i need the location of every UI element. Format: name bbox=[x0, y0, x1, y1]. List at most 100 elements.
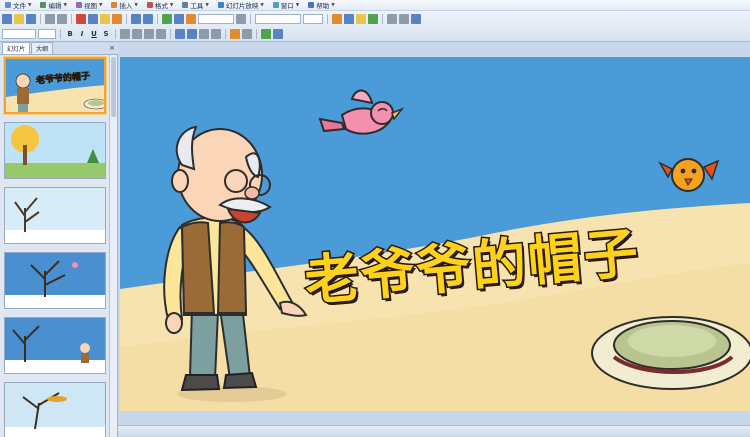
align-right-icon[interactable] bbox=[144, 29, 154, 39]
numbering-icon[interactable] bbox=[175, 29, 185, 39]
new-slide-icon[interactable] bbox=[332, 14, 342, 24]
status-bar bbox=[118, 425, 750, 437]
slide-thumbnail-1[interactable]: 老爷爷的帽子 bbox=[4, 57, 106, 114]
toolbar-separator bbox=[126, 14, 127, 24]
menu-slideshow[interactable]: 幻灯片放映 ▼ bbox=[215, 0, 270, 11]
menu-help[interactable]: 帮助 ▼ bbox=[305, 0, 340, 11]
design-task-icon[interactable] bbox=[261, 29, 271, 39]
menu-tools[interactable]: 工具 ▼ bbox=[179, 0, 214, 11]
thumbnail-image bbox=[6, 59, 104, 112]
redo-icon[interactable] bbox=[143, 14, 153, 24]
insert-picture-icon[interactable] bbox=[186, 14, 196, 24]
chevron-down-icon: ▼ bbox=[295, 2, 300, 8]
zoom-in-icon[interactable] bbox=[387, 14, 397, 24]
background-icon[interactable] bbox=[368, 14, 378, 24]
menu-file[interactable]: 文件 ▼ bbox=[2, 0, 37, 11]
layout-icon[interactable] bbox=[356, 14, 366, 24]
chevron-down-icon: ▼ bbox=[205, 2, 209, 8]
menu-window[interactable]: 窗口 ▼ bbox=[270, 0, 305, 11]
slide-thumbnail-6[interactable] bbox=[4, 382, 106, 437]
shadow-button[interactable]: S bbox=[101, 29, 111, 39]
font-family-select[interactable] bbox=[2, 29, 36, 39]
slide-canvas[interactable]: 老爷爷的帽子 bbox=[120, 57, 750, 411]
toolbar-separator bbox=[170, 29, 171, 39]
font-name-box[interactable] bbox=[255, 14, 301, 24]
thumbnail-list: 老爷爷的帽子 bbox=[0, 55, 110, 437]
zoom-box[interactable] bbox=[198, 14, 234, 24]
straw-hat-illustration bbox=[591, 316, 750, 390]
toolbar-separator bbox=[327, 14, 328, 24]
toolbar-separator bbox=[71, 14, 72, 24]
edit-icon bbox=[40, 2, 47, 8]
justify-icon[interactable] bbox=[156, 29, 166, 39]
insert-chart-icon[interactable] bbox=[162, 14, 172, 24]
bold-button[interactable]: B bbox=[65, 29, 75, 39]
toolbar-separator bbox=[382, 14, 383, 24]
color-icon[interactable] bbox=[411, 14, 421, 24]
bullets-icon[interactable] bbox=[187, 29, 197, 39]
help-icon bbox=[308, 2, 315, 8]
indent-icon[interactable] bbox=[242, 29, 252, 39]
tab-slides[interactable]: 幻灯片 bbox=[2, 42, 31, 54]
save-icon[interactable] bbox=[26, 14, 36, 24]
chevron-down-icon: ▼ bbox=[28, 2, 32, 8]
menu-format[interactable]: 格式 ▼ bbox=[144, 0, 179, 11]
toolbar-separator bbox=[60, 29, 61, 39]
format-painter-icon[interactable] bbox=[112, 14, 122, 24]
window-icon bbox=[272, 2, 279, 8]
slide-thumbnail-4[interactable] bbox=[4, 252, 106, 309]
font-size-box[interactable] bbox=[303, 14, 323, 24]
toolbars: B I U S bbox=[0, 11, 750, 42]
close-icon[interactable]: × bbox=[109, 44, 115, 52]
file-icon bbox=[5, 2, 11, 8]
scrollbar-thumb[interactable] bbox=[111, 57, 116, 117]
chevron-down-icon: ▼ bbox=[134, 2, 138, 8]
align-left-icon[interactable] bbox=[120, 29, 130, 39]
underline-button[interactable]: U bbox=[89, 29, 99, 39]
toolbar-separator bbox=[256, 29, 257, 39]
paste-icon[interactable] bbox=[100, 14, 110, 24]
toolbar-separator bbox=[225, 29, 226, 39]
slide-thumbnail-3[interactable] bbox=[4, 187, 106, 244]
font-color-icon[interactable] bbox=[230, 29, 240, 39]
font-size-select[interactable] bbox=[38, 29, 56, 39]
zoom-out-icon[interactable] bbox=[399, 14, 409, 24]
slide-thumbnail-2[interactable] bbox=[4, 122, 106, 179]
menu-insert[interactable]: 插入 ▼ bbox=[108, 0, 143, 11]
print-icon[interactable] bbox=[45, 14, 55, 24]
increase-font-icon[interactable] bbox=[199, 29, 209, 39]
open-icon[interactable] bbox=[14, 14, 24, 24]
cut-icon[interactable] bbox=[76, 14, 86, 24]
italic-button[interactable]: I bbox=[77, 29, 87, 39]
insert-table-icon[interactable] bbox=[174, 14, 184, 24]
insert-icon bbox=[111, 2, 118, 8]
help-icon[interactable] bbox=[236, 14, 246, 24]
thumbnail-image bbox=[5, 318, 105, 373]
chevron-down-icon: ▼ bbox=[169, 2, 174, 8]
tab-outline[interactable]: 大纲 bbox=[31, 42, 54, 54]
decrease-font-icon[interactable] bbox=[211, 29, 221, 39]
thumbnail-scrollbar[interactable] bbox=[109, 55, 117, 437]
menu-view[interactable]: 视图 ▼ bbox=[73, 0, 108, 11]
slide-thumbnail-5[interactable] bbox=[4, 317, 106, 374]
menu-edit[interactable]: 编辑 ▼ bbox=[37, 0, 72, 11]
chevron-down-icon: ▼ bbox=[331, 2, 335, 8]
new-icon[interactable] bbox=[2, 14, 12, 24]
view-icon bbox=[75, 2, 82, 8]
preview-icon[interactable] bbox=[57, 14, 67, 24]
shapes-icon[interactable] bbox=[273, 29, 283, 39]
tools-icon bbox=[182, 2, 189, 8]
chevron-down-icon: ▼ bbox=[260, 2, 264, 8]
align-center-icon[interactable] bbox=[132, 29, 142, 39]
copy-icon[interactable] bbox=[88, 14, 98, 24]
undo-icon[interactable] bbox=[131, 14, 141, 24]
toolbar-separator bbox=[115, 29, 116, 39]
design-icon[interactable] bbox=[344, 14, 354, 24]
menu-bar: 文件 ▼ 编辑 ▼ 视图 ▼ 插入 ▼ 格式 ▼ 工具 ▼ 幻灯片放映 ▼ 窗口 ▼ 帮助 ▼ bbox=[0, 0, 750, 11]
slides-panel: 幻灯片 大纲 × 老爷爷的帽子 bbox=[0, 42, 118, 437]
toolbar-separator bbox=[40, 14, 41, 24]
thumbnail-image bbox=[5, 383, 105, 437]
chevron-down-icon: ▼ bbox=[63, 2, 67, 8]
toolbar-separator bbox=[250, 14, 251, 24]
thumbnail-image bbox=[5, 123, 105, 178]
